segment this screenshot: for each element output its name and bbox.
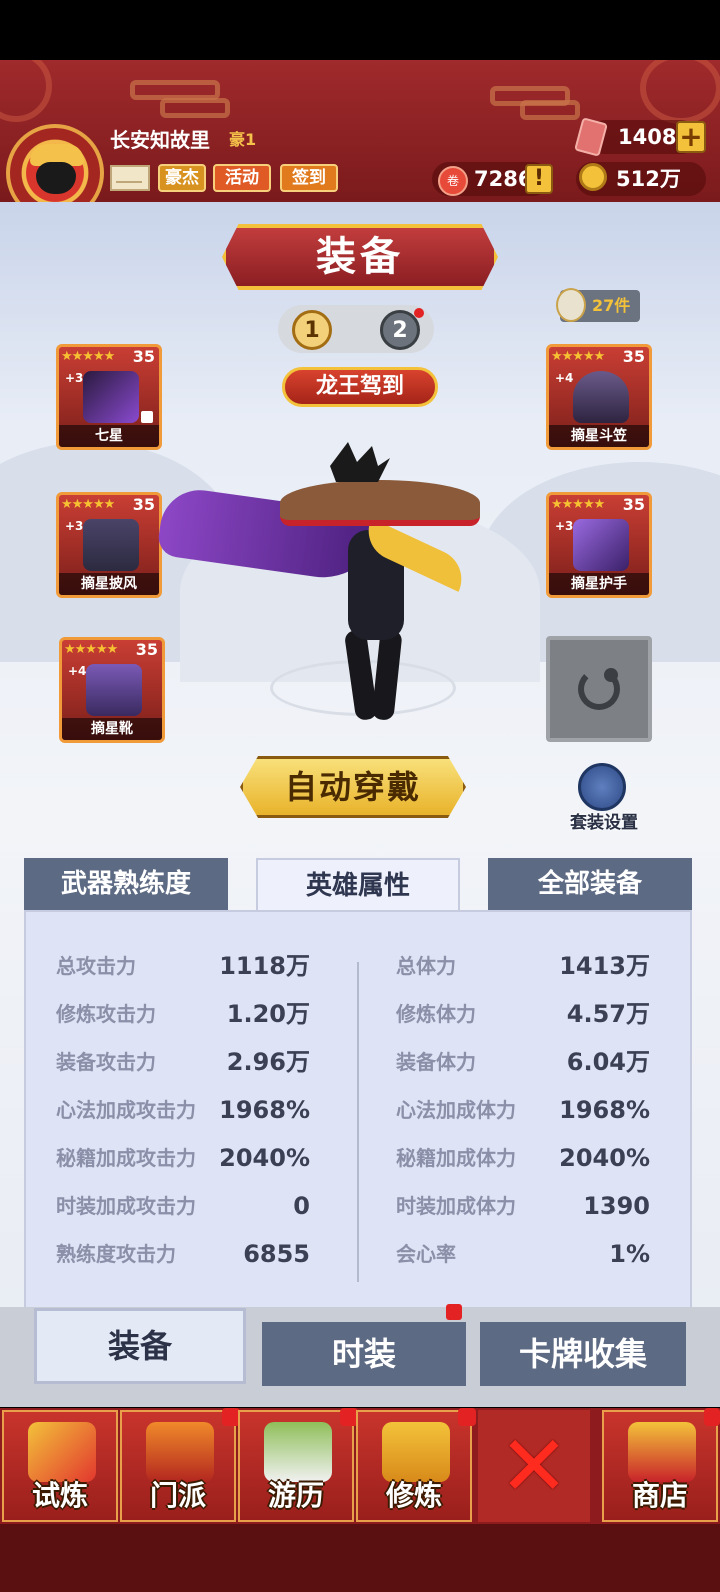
gold-coin-icon [579, 163, 607, 191]
stat-row: 秘籍加成体力 2040% [396, 1144, 650, 1172]
scroll-icon [556, 288, 586, 322]
lock-icon [141, 411, 153, 423]
bottom-tab-fashion[interactable]: 时装 [262, 1322, 466, 1386]
equipment-slot-boots[interactable]: ★★★★★ 35 +4 摘星靴 [59, 637, 165, 743]
nav-cultivate[interactable]: 修炼 [356, 1410, 472, 1522]
mountain-icon [264, 1422, 332, 1482]
trial-icon [28, 1422, 96, 1482]
equipment-slot-gloves[interactable]: ★★★★★ 35 +3 摘星护手 [546, 492, 652, 598]
page-title: 装备 [316, 234, 404, 280]
equipment-slot-hat[interactable]: ★★★★★ 35 +4 摘星斗笠 [546, 344, 652, 450]
bottom-tab-equipment[interactable]: 装备 [34, 1308, 246, 1384]
hat-icon [573, 371, 629, 423]
stats-divider [357, 962, 359, 1282]
set-config-icon[interactable] [578, 763, 626, 811]
tab-weapon-proficiency[interactable]: 武器熟练度 [24, 858, 228, 910]
page-1-button[interactable]: 1 [292, 310, 332, 350]
stat-row: 装备攻击力 2.96万 [56, 1048, 310, 1076]
stat-row: 修炼体力 4.57万 [396, 1000, 650, 1028]
stat-row: 总攻击力 1118万 [56, 952, 310, 980]
set-config-label[interactable]: 套装设置 [560, 808, 648, 833]
hero-character [156, 440, 480, 740]
stat-row: 秘籍加成攻击力 2040% [56, 1144, 310, 1172]
nav-travel[interactable]: 游历 [238, 1410, 354, 1522]
coupon-info-button[interactable]: ! [525, 164, 553, 194]
equipment-slot-cloak[interactable]: ★★★★★ 35 +3 摘星披风 [56, 492, 162, 598]
set-name-banner: 龙王驾到 [282, 367, 438, 407]
boots-icon [86, 664, 142, 716]
cloak-icon [83, 519, 139, 571]
haojie-button[interactable]: 豪杰 [158, 164, 206, 192]
player-name: 长安知故里 [110, 128, 210, 152]
stat-row: 心法加成攻击力 1968% [56, 1096, 310, 1124]
signin-button[interactable]: 签到 [280, 164, 338, 192]
bottom-tab-card-collection[interactable]: 卡牌收集 [480, 1322, 686, 1386]
coupon-icon: 卷 [438, 166, 468, 196]
close-icon: ✕ [498, 1417, 570, 1515]
auto-equip-button[interactable]: 自动穿戴 [240, 756, 466, 818]
close-button[interactable]: ✕ [478, 1410, 590, 1522]
vip-badge: 豪1 [229, 130, 257, 149]
stat-row: 修炼攻击力 1.20万 [56, 1000, 310, 1028]
notification-dot [458, 1408, 476, 1426]
stat-row: 时装加成攻击力 0 [56, 1192, 310, 1220]
gloves-icon [573, 519, 629, 571]
notification-dot [446, 1304, 462, 1320]
nav-shop[interactable]: 商店 [602, 1410, 718, 1522]
stat-row: 熟练度攻击力 6855 [56, 1240, 310, 1268]
stat-row: 时装加成体力 1390 [396, 1192, 650, 1220]
book-icon [382, 1422, 450, 1482]
nav-sect[interactable]: 门派 [120, 1410, 236, 1522]
tab-hero-attributes[interactable]: 英雄属性 [256, 858, 460, 912]
stat-row: 会心率 1% [396, 1240, 650, 1268]
mail-icon[interactable] [110, 165, 150, 191]
add-gems-button[interactable]: + [676, 121, 706, 153]
notification-dot [414, 308, 424, 318]
weapon-icon [83, 371, 139, 423]
sect-gate-icon [146, 1422, 214, 1482]
empty-equipment-slot[interactable] [546, 636, 652, 742]
notification-dot [704, 1408, 720, 1426]
shop-icon [628, 1422, 696, 1482]
tab-all-equipment[interactable]: 全部装备 [488, 858, 692, 910]
nav-trial[interactable]: 试炼 [2, 1410, 118, 1522]
activity-button[interactable]: 活动 [213, 164, 271, 192]
stat-row: 总体力 1413万 [396, 952, 650, 980]
equipment-slot-weapon[interactable]: ★★★★★ 35 +3 七星 [56, 344, 162, 450]
stat-row: 心法加成体力 1968% [396, 1096, 650, 1124]
stat-row: 装备体力 6.04万 [396, 1048, 650, 1076]
status-bar [0, 0, 720, 60]
footer-bar [0, 1524, 720, 1592]
